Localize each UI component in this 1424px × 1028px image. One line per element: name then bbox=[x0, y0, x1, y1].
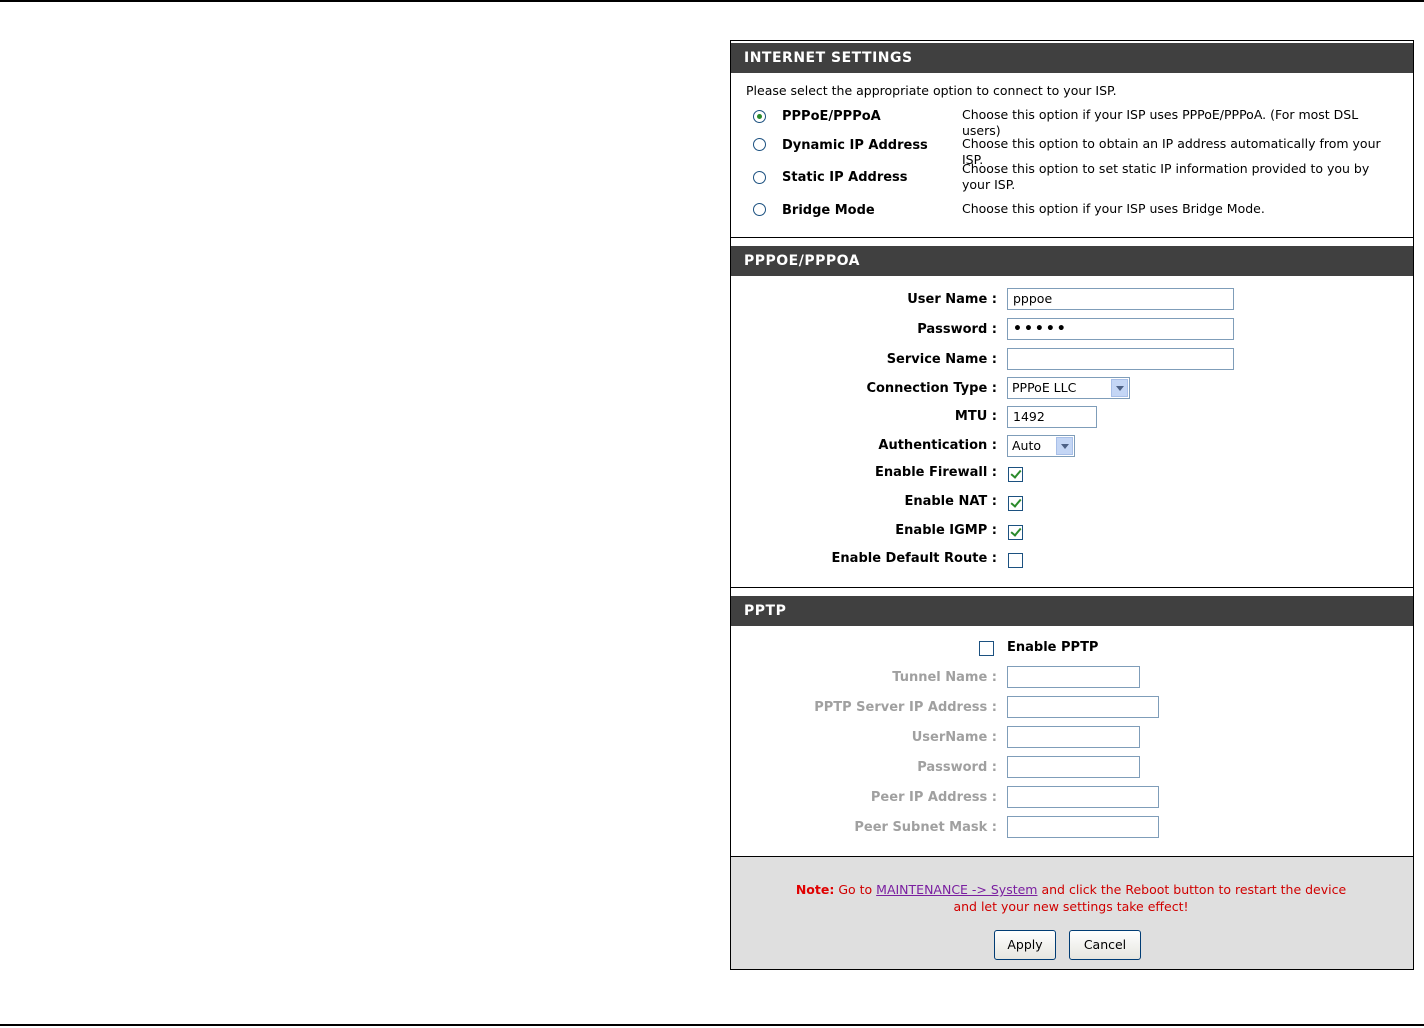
footer-area: Note: Go to MAINTENANCE -> System and cl… bbox=[731, 857, 1413, 969]
option-label-dynamic-ip: Dynamic IP Address bbox=[782, 138, 928, 153]
radio-bridge-mode[interactable] bbox=[753, 203, 766, 216]
pppoe-header: PPPOE/PPPOA bbox=[731, 246, 1413, 276]
tunnel-name-label: Tunnel Name : bbox=[892, 670, 997, 685]
connection-type-label: Connection Type : bbox=[866, 381, 997, 396]
settings-panel: INTERNET SETTINGS Please select the appr… bbox=[730, 40, 1414, 970]
user-name-input[interactable]: pppoe bbox=[1007, 288, 1234, 310]
mtu-input[interactable]: 1492 bbox=[1007, 406, 1097, 428]
authentication-label: Authentication : bbox=[878, 438, 997, 453]
service-name-input[interactable] bbox=[1007, 348, 1234, 370]
pptp-password-label: Password : bbox=[917, 760, 997, 775]
pppoe-section: PPPOE/PPPOA User Name : pppoe Password :… bbox=[731, 244, 1413, 588]
tunnel-name-input[interactable] bbox=[1007, 666, 1140, 688]
radio-dynamic-ip[interactable] bbox=[753, 138, 766, 151]
connection-type-value: PPPoE LLC bbox=[1012, 380, 1077, 395]
apply-button[interactable]: Apply bbox=[994, 930, 1056, 960]
note-go: Go to bbox=[834, 882, 877, 897]
option-label-bridge-mode: Bridge Mode bbox=[782, 203, 875, 218]
authentication-value: Auto bbox=[1012, 438, 1042, 453]
pptp-section: PPTP Enable PPTP Tunnel Name : PPTP Serv… bbox=[731, 594, 1413, 857]
peer-subnet-mask-label: Peer Subnet Mask : bbox=[854, 820, 997, 835]
peer-ip-input[interactable] bbox=[1007, 786, 1159, 808]
authentication-select[interactable]: Auto bbox=[1007, 435, 1075, 457]
peer-ip-label: Peer IP Address : bbox=[870, 790, 997, 805]
enable-igmp-label: Enable IGMP : bbox=[895, 523, 997, 538]
pptp-password-input[interactable] bbox=[1007, 756, 1140, 778]
pptp-username-input[interactable] bbox=[1007, 726, 1140, 748]
option-label-pppoe: PPPoE/PPPoA bbox=[782, 109, 881, 124]
enable-firewall-checkbox[interactable] bbox=[1008, 467, 1023, 482]
peer-subnet-mask-input[interactable] bbox=[1007, 816, 1159, 838]
enable-default-route-checkbox[interactable] bbox=[1008, 553, 1023, 568]
password-label: Password : bbox=[917, 322, 997, 337]
top-rule bbox=[0, 0, 1424, 2]
bottom-rule bbox=[0, 1024, 1424, 1026]
pptp-header: PPTP bbox=[731, 596, 1413, 626]
enable-nat-label: Enable NAT : bbox=[904, 494, 997, 509]
user-name-label: User Name : bbox=[907, 292, 997, 307]
note-prefix: Note: bbox=[795, 882, 835, 897]
enable-nat-checkbox[interactable] bbox=[1008, 496, 1023, 511]
internet-settings-header: INTERNET SETTINGS bbox=[731, 43, 1413, 73]
chevron-down-icon[interactable] bbox=[1111, 379, 1128, 397]
mtu-label: MTU : bbox=[954, 409, 997, 424]
connection-type-select[interactable]: PPPoE LLC bbox=[1007, 377, 1130, 399]
service-name-label: Service Name : bbox=[886, 352, 997, 367]
cancel-button[interactable]: Cancel bbox=[1069, 930, 1141, 960]
enable-pptp-label: Enable PPTP bbox=[1007, 640, 1099, 655]
intro-text: Please select the appropriate option to … bbox=[746, 83, 1117, 98]
enable-firewall-label: Enable Firewall : bbox=[875, 465, 997, 480]
enable-pptp-checkbox[interactable] bbox=[979, 641, 994, 656]
option-desc-pppoe: Choose this option if your ISP uses PPPo… bbox=[962, 107, 1359, 138]
option-label-static-ip: Static IP Address bbox=[782, 170, 908, 185]
internet-settings-section: INTERNET SETTINGS Please select the appr… bbox=[731, 41, 1413, 238]
pptp-username-label: UserName : bbox=[911, 730, 997, 745]
maintenance-system-link[interactable]: MAINTENANCE -> System bbox=[876, 882, 1037, 897]
password-input[interactable]: ••••• bbox=[1007, 318, 1234, 340]
note-line2: and let your new settings take effect! bbox=[953, 899, 1189, 914]
option-desc-static-ip: Choose this option to set static IP info… bbox=[962, 161, 1370, 192]
radio-static-ip[interactable] bbox=[753, 171, 766, 184]
option-desc-bridge-mode: Choose this option if your ISP uses Brid… bbox=[962, 201, 1265, 216]
reboot-note: Note: Go to MAINTENANCE -> System and cl… bbox=[771, 881, 1371, 915]
radio-pppoe[interactable] bbox=[753, 110, 766, 123]
note-rest: and click the Reboot button to restart t… bbox=[1037, 882, 1347, 897]
chevron-down-icon[interactable] bbox=[1056, 437, 1073, 455]
pptp-server-ip-input[interactable] bbox=[1007, 696, 1159, 718]
enable-default-route-label: Enable Default Route : bbox=[831, 551, 997, 566]
pptp-server-ip-label: PPTP Server IP Address : bbox=[814, 700, 997, 715]
enable-igmp-checkbox[interactable] bbox=[1008, 525, 1023, 540]
